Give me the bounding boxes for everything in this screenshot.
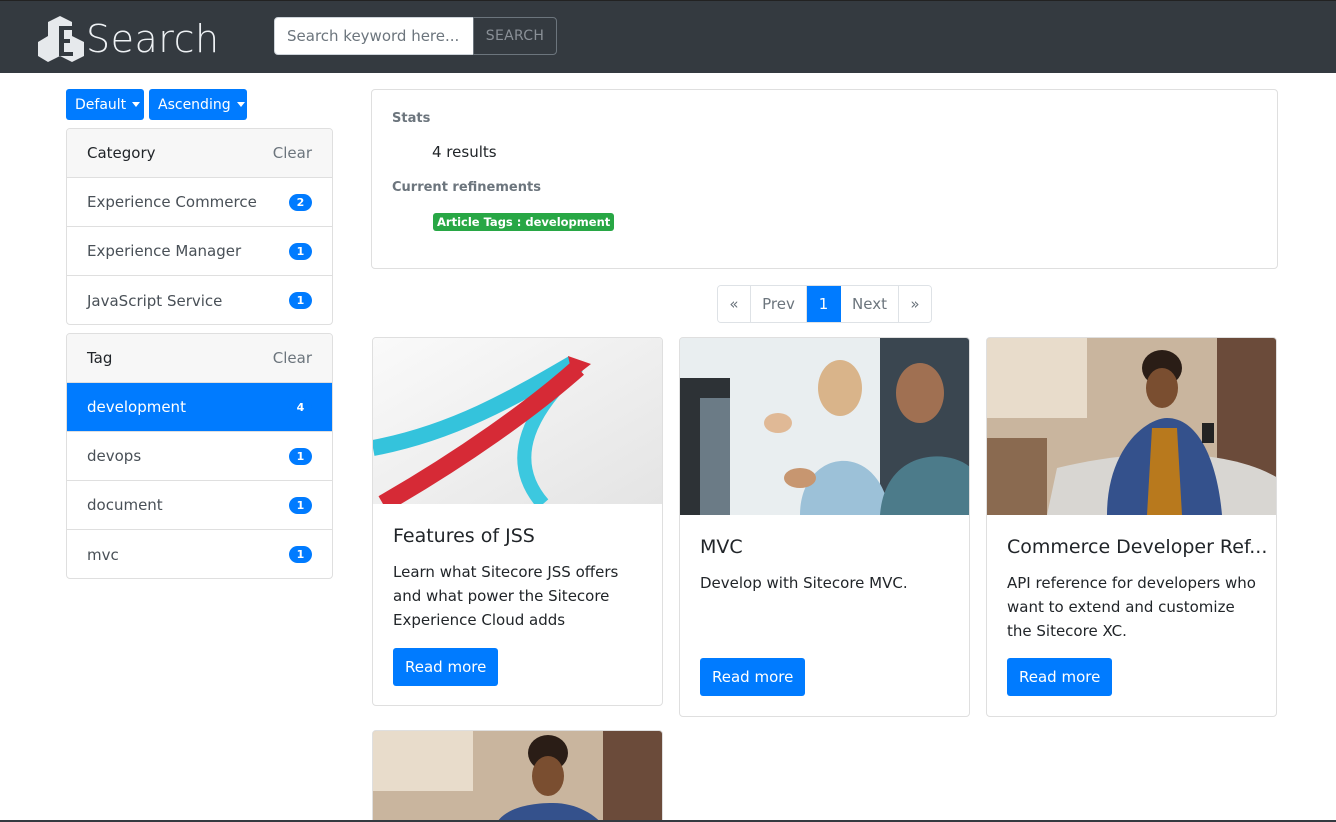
refinements-label: Current refinements bbox=[392, 180, 541, 195]
facet-item-devops[interactable]: devops 1 bbox=[67, 432, 332, 481]
result-card bbox=[372, 730, 663, 822]
facet-item-mvc[interactable]: mvc 1 bbox=[67, 530, 332, 578]
facet-item-label: development bbox=[87, 398, 186, 416]
caret-down-icon bbox=[132, 102, 141, 107]
card-description: Develop with Sitecore MVC. bbox=[700, 574, 908, 592]
read-more-button[interactable]: Read more bbox=[700, 658, 806, 696]
count-badge: 1 bbox=[289, 546, 312, 563]
result-card: Commerce Developer Ref... API reference … bbox=[986, 337, 1277, 717]
count-badge: 1 bbox=[289, 292, 312, 309]
card-description: API reference for developers who want to… bbox=[1007, 574, 1256, 640]
facet-item-label: Experience Commerce bbox=[87, 193, 257, 211]
count-badge: 1 bbox=[289, 447, 312, 465]
card-image-person-sofa bbox=[987, 338, 1276, 515]
category-facet: Category Clear Experience Commerce 2 Exp… bbox=[66, 128, 333, 325]
count-badge: 1 bbox=[289, 496, 312, 514]
count-badge: 1 bbox=[289, 242, 312, 260]
caret-down-icon bbox=[236, 102, 245, 107]
facet-item-label: document bbox=[87, 496, 163, 514]
result-card: Features of JSS Learn what Sitecore JSS … bbox=[372, 337, 663, 706]
top-navbar: Search SEARCH bbox=[0, 0, 1336, 73]
card-description: Learn what Sitecore JSS offers and what … bbox=[393, 563, 619, 629]
card-title[interactable]: Commerce Developer Ref... bbox=[1007, 536, 1267, 558]
facet-item-development[interactable]: development 4 bbox=[67, 383, 332, 432]
refinement-tag[interactable]: Article Tags : development bbox=[433, 213, 615, 231]
tag-facet-header: Tag Clear bbox=[67, 334, 332, 383]
current-page-button[interactable]: 1 bbox=[807, 286, 841, 322]
card-image-meeting bbox=[680, 338, 969, 515]
logo-text: Search bbox=[86, 17, 220, 61]
count-badge: 2 bbox=[289, 193, 312, 211]
last-page-button[interactable]: » bbox=[899, 286, 931, 322]
search-button[interactable]: SEARCH bbox=[473, 17, 557, 55]
stats-label: Stats bbox=[392, 111, 431, 126]
stats-panel: Stats 4 results Current refinements Arti… bbox=[371, 89, 1278, 269]
logo[interactable]: Search bbox=[38, 15, 228, 63]
next-page-button[interactable]: Next bbox=[841, 286, 899, 322]
facet-item-label: Experience Manager bbox=[87, 242, 242, 260]
category-clear-link[interactable]: Clear bbox=[273, 144, 312, 162]
facet-item-label: mvc bbox=[87, 545, 119, 564]
first-page-button[interactable]: « bbox=[718, 286, 751, 322]
search-input[interactable] bbox=[274, 17, 474, 55]
tag-clear-link[interactable]: Clear bbox=[273, 349, 312, 367]
category-facet-title: Category bbox=[87, 144, 156, 162]
category-facet-header: Category Clear bbox=[67, 129, 332, 178]
sort-field-label: Default bbox=[75, 96, 127, 113]
facet-item-label: JavaScript Service bbox=[87, 291, 223, 310]
count-badge: 4 bbox=[289, 398, 312, 416]
read-more-button[interactable]: Read more bbox=[393, 648, 499, 686]
results-count: 4 results bbox=[432, 143, 497, 161]
card-title[interactable]: Features of JSS bbox=[393, 525, 653, 547]
facet-item-document[interactable]: document 1 bbox=[67, 481, 332, 530]
facet-item-javascript-service[interactable]: JavaScript Service 1 bbox=[67, 276, 332, 324]
logo-icon bbox=[38, 16, 84, 62]
sort-order-label: Ascending bbox=[158, 96, 231, 113]
tag-facet: Tag Clear development 4 devops 1 documen… bbox=[66, 333, 333, 579]
read-more-button[interactable]: Read more bbox=[1007, 658, 1113, 696]
tag-facet-title: Tag bbox=[87, 349, 113, 367]
sort-order-dropdown[interactable]: Ascending bbox=[149, 89, 247, 120]
card-title[interactable]: MVC bbox=[700, 536, 960, 558]
facet-item-experience-commerce[interactable]: Experience Commerce 2 bbox=[67, 178, 332, 227]
sort-field-dropdown[interactable]: Default bbox=[66, 89, 144, 120]
card-image-person-sofa bbox=[373, 731, 662, 822]
result-card: MVC Develop with Sitecore MVC. Read more bbox=[679, 337, 970, 717]
pagination: « Prev 1 Next » bbox=[717, 285, 932, 323]
card-image-arrows bbox=[373, 338, 662, 504]
prev-page-button[interactable]: Prev bbox=[751, 286, 807, 322]
facet-item-experience-manager[interactable]: Experience Manager 1 bbox=[67, 227, 332, 276]
facet-item-label: devops bbox=[87, 447, 142, 465]
